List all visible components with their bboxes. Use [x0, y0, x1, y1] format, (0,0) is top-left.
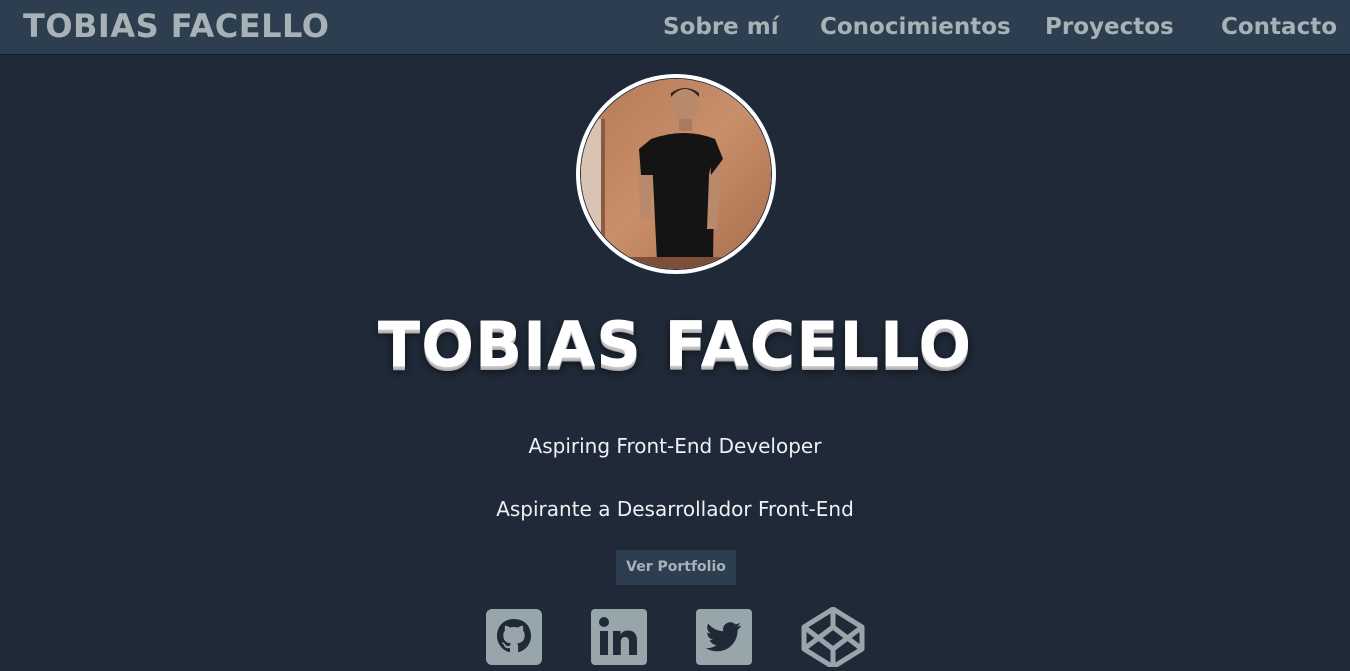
nav-item-proyectos[interactable]: Proyectos	[1045, 14, 1174, 40]
twitter-link[interactable]	[694, 607, 754, 667]
nav-item-contacto[interactable]: Contacto	[1221, 14, 1337, 40]
profile-photo	[576, 74, 776, 274]
nav-item-conocimientos[interactable]: Conocimientos	[820, 14, 1011, 40]
linkedin-icon	[591, 609, 647, 665]
navbar: TOBIAS FACELLO Sobre mí Conocimientos Pr…	[0, 0, 1350, 55]
linkedin-link[interactable]	[589, 607, 649, 667]
github-link[interactable]	[484, 607, 544, 667]
codepen-link[interactable]	[800, 606, 866, 670]
brand-logo[interactable]: TOBIAS FACELLO	[23, 7, 329, 45]
profile-photo-image	[580, 78, 772, 270]
codepen-icon	[801, 606, 865, 670]
twitter-icon	[696, 609, 752, 665]
profile-photo-illustration	[581, 79, 771, 269]
subtitle-spanish: Aspirante a Desarrollador Front-End	[496, 497, 854, 521]
nav-item-sobre-mi[interactable]: Sobre mí	[663, 14, 779, 40]
github-icon	[486, 609, 542, 665]
subtitle-english: Aspiring Front-End Developer	[528, 434, 822, 458]
hero-title: TOBIAS FACELLO	[377, 308, 973, 381]
ver-portfolio-button[interactable]: Ver Portfolio	[616, 550, 736, 585]
